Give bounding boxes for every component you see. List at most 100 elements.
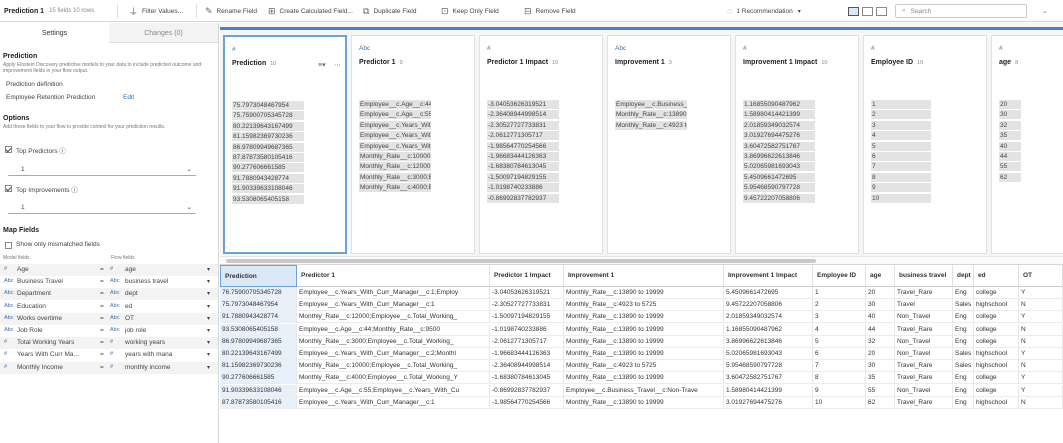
column-header[interactable]: Employee ID xyxy=(813,265,866,287)
table-cell[interactable]: college xyxy=(974,372,1019,385)
table-cell[interactable]: -0.86992837782937 xyxy=(490,384,564,397)
chevron-down-icon[interactable]: ▾ xyxy=(207,315,210,322)
table-cell[interactable]: -2.0612771305717 xyxy=(490,335,564,348)
filter-values-button[interactable]: ⏚ Filter Values... xyxy=(129,0,183,22)
value-bar[interactable]: 75.7973048467954 xyxy=(232,101,304,110)
value-bar[interactable]: -1.96683444126363 xyxy=(487,152,559,161)
field-map-row[interactable]: # Total Working Years = # working years ▾ xyxy=(0,337,218,350)
table-cell[interactable]: Eng xyxy=(953,287,974,299)
value-bar[interactable]: 32 xyxy=(999,120,1021,130)
table-cell[interactable]: 20 xyxy=(866,287,895,299)
field-map-row[interactable]: Abc Department = Abc dept ▾ xyxy=(0,288,218,301)
value-bar[interactable]: 86.97809949687365 xyxy=(232,142,304,152)
keep-only-field-button[interactable]: ⊡ Keep Only Field xyxy=(441,0,499,22)
table-cell[interactable]: 5.95468590797728 xyxy=(724,360,813,373)
table-cell[interactable]: Non_Travel xyxy=(895,335,953,348)
value-bar[interactable]: -2.36408944998514 xyxy=(487,110,559,120)
value-bar[interactable]: 2.01859349032574 xyxy=(743,120,815,130)
value-bar[interactable]: Monthly_Rate__c:4923 to 5... xyxy=(615,120,687,130)
value-bar[interactable]: Employee__c.Business_Tra... xyxy=(615,100,687,109)
chevron-down-icon[interactable]: ▾ xyxy=(207,290,210,297)
column-header[interactable]: Predictor 1 Impact xyxy=(490,265,564,287)
chevron-down-icon[interactable]: ▾ xyxy=(207,278,210,285)
column-header[interactable]: Prediction xyxy=(220,265,297,287)
column-header[interactable]: age xyxy=(866,265,895,287)
table-cell[interactable]: N xyxy=(1019,299,1063,312)
table-cell[interactable]: -1.50097194829155 xyxy=(490,311,564,324)
top-predictors-select[interactable]: 1 ⌄ xyxy=(8,164,196,176)
value-bar[interactable]: 5.95468590797728 xyxy=(743,183,815,193)
create-calculated-field-button[interactable]: ⊞ Create Calculated Field... xyxy=(268,0,353,22)
table-cell[interactable]: N xyxy=(1019,335,1063,348)
field-map-row[interactable]: Abc Works overtime = Abc OT ▾ xyxy=(0,312,218,325)
table-cell[interactable]: college xyxy=(974,287,1019,299)
table-cell[interactable]: Monthly_Rate__c:13890 to 19999 xyxy=(564,372,724,385)
profile-card[interactable]: # Improvement 1 Impact 10 1.16855090487962 1… xyxy=(735,35,859,254)
column-header[interactable]: dept xyxy=(953,265,974,287)
value-bar[interactable]: Employee__c.Age__c:55;Em... xyxy=(359,110,431,120)
profile-card[interactable]: Abc Improvement 13 Employee__c.Business_Tr… xyxy=(607,35,731,254)
column-header[interactable]: Improvement 1 xyxy=(564,265,724,287)
value-bar[interactable]: -2.30527727733831 xyxy=(487,120,559,130)
profile-card[interactable]: # Predictor 1 Impact 10 -3.04053626319521 -2… xyxy=(479,35,603,254)
value-bar[interactable]: Employee__c.Age__c:44;Mo... xyxy=(359,100,431,109)
top-improvements-select[interactable]: 1 ⌄ xyxy=(8,202,196,214)
value-bar[interactable]: 3.86996622613846 xyxy=(743,152,815,161)
more-options-icon[interactable]: ⋯ xyxy=(334,61,341,69)
table-cell[interactable]: N xyxy=(1019,396,1063,409)
top-predictors-checkbox[interactable] xyxy=(5,146,12,153)
value-bar[interactable]: 2 xyxy=(871,110,931,120)
table-cell[interactable]: Y xyxy=(1019,311,1063,324)
column-header[interactable]: business travel xyxy=(895,265,953,287)
table-cell[interactable]: 91.7880943428774 xyxy=(220,311,297,324)
table-cell[interactable]: 5.4509661472695 xyxy=(724,287,813,299)
value-bar[interactable]: 81.15982369730236 xyxy=(232,132,304,142)
table-cell[interactable]: Monthly_Rate__c:13890 to 19999 xyxy=(564,323,724,336)
table-cell[interactable]: highschool xyxy=(974,348,1019,360)
table-cell[interactable]: college xyxy=(974,323,1019,336)
table-cell[interactable]: 3.60472582751767 xyxy=(724,372,813,385)
table-cell[interactable]: -1.68380784613045 xyxy=(490,372,564,385)
table-cell[interactable]: 86.97809949687365 xyxy=(220,335,297,348)
value-bar[interactable]: -0.86992837782937 xyxy=(487,193,559,203)
top-improvements-checkbox[interactable] xyxy=(5,185,12,192)
table-cell[interactable]: Y xyxy=(1019,348,1063,360)
value-bar[interactable]: 1.58980414421399 xyxy=(743,110,815,120)
grid-view-icon[interactable] xyxy=(876,6,887,16)
table-cell[interactable]: Sales xyxy=(953,348,974,360)
table-cell[interactable]: 1.16855090487962 xyxy=(724,323,813,336)
table-cell[interactable]: -1.98564770254566 xyxy=(490,396,564,409)
horizontal-scrollbar[interactable] xyxy=(220,256,1063,264)
mismatch-checkbox[interactable] xyxy=(5,242,12,249)
table-cell[interactable]: 75.7973048467954 xyxy=(220,299,297,312)
table-cell[interactable]: Employee__c.Years_With_Curr_Manager__c:1… xyxy=(297,287,490,299)
table-cell[interactable]: 35 xyxy=(866,372,895,385)
column-header[interactable]: Improvement 1 Impact xyxy=(724,265,813,287)
tab-settings[interactable]: Settings xyxy=(0,23,109,43)
value-bar[interactable]: -1.68380784613045 xyxy=(487,162,559,172)
table-cell[interactable]: Employee__c.Years_With_Curr_Manager__c:1 xyxy=(297,396,490,409)
column-header[interactable]: ed xyxy=(974,265,1019,287)
recommendation-dropdown[interactable]: ◌ 1 Recommendation ▾ xyxy=(727,0,801,22)
table-cell[interactable]: highschool xyxy=(974,299,1019,312)
table-cell[interactable]: 3 xyxy=(813,311,866,324)
chevron-down-icon[interactable]: ▾ xyxy=(207,364,210,371)
table-cell[interactable]: Travel xyxy=(895,299,953,312)
table-cell[interactable]: 55 xyxy=(866,384,895,397)
value-bar[interactable]: 35 xyxy=(999,131,1021,141)
table-cell[interactable]: Eng xyxy=(953,335,974,348)
field-map-row[interactable]: # Years With Curr Ma... = # years with mana ▾ xyxy=(0,349,218,361)
list-view-icon[interactable] xyxy=(862,6,873,16)
table-cell[interactable]: Monthly_Rate__c:13890 to 19999 xyxy=(564,311,724,324)
table-cell[interactable]: Employee__c.Age__c:44;Monthly_Rate__c:95… xyxy=(297,323,490,336)
column-header[interactable]: Predictor 1 xyxy=(297,265,490,287)
value-bar[interactable]: Monthly_Rate__c:12000;E... xyxy=(359,162,431,172)
table-cell[interactable]: 91.90339633108046 xyxy=(220,384,297,397)
table-cell[interactable]: college xyxy=(974,335,1019,348)
field-map-row[interactable]: Abc Education = Abc ed ▾ xyxy=(0,301,218,313)
table-cell[interactable]: N xyxy=(1019,323,1063,336)
value-bar[interactable]: Monthly_Rate__c:10000;E... xyxy=(359,152,431,161)
table-cell[interactable]: 62 xyxy=(866,396,895,409)
table-cell[interactable]: Monthly_Rate__c:10000;Employee__c.Total_… xyxy=(297,360,490,373)
table-cell[interactable]: Employee__c.Business_Travel__c:Non-Trave xyxy=(564,384,724,397)
